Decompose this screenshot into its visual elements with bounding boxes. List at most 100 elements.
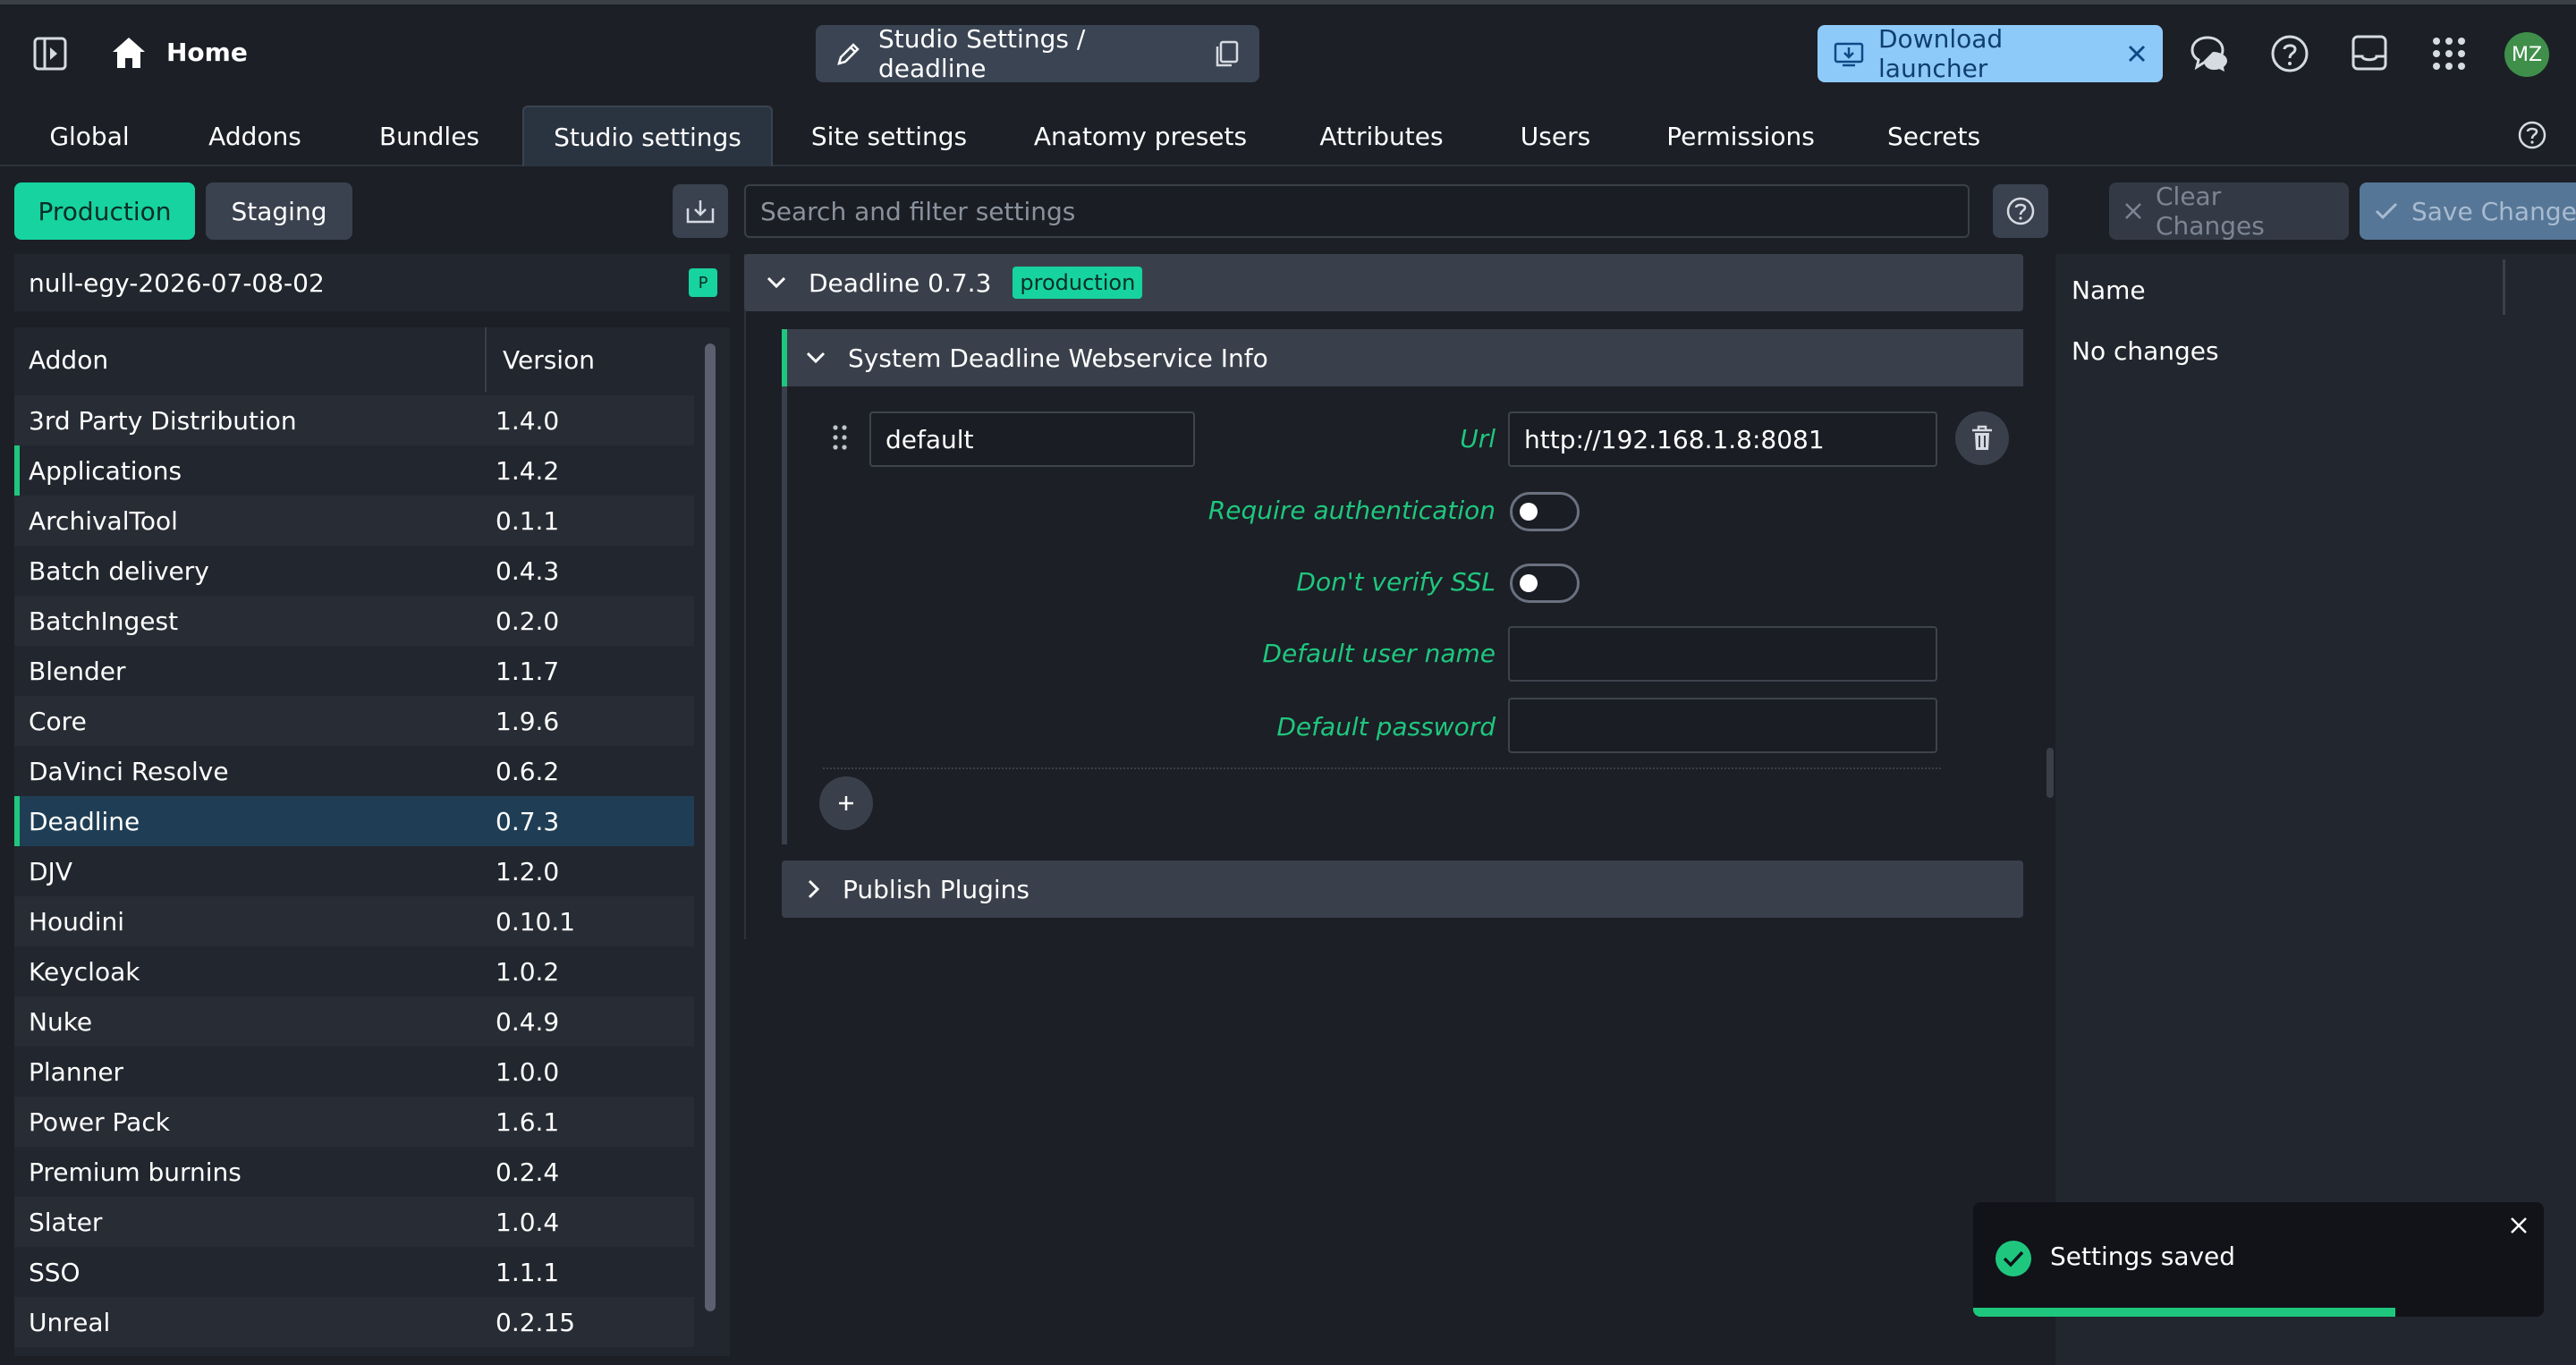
table-row[interactable]: Slater 1.0.4 xyxy=(14,1197,694,1247)
delete-entry-button[interactable] xyxy=(1955,411,2009,465)
production-badge: production xyxy=(1013,267,1143,299)
table-row[interactable]: Core 1.9.6 xyxy=(14,696,694,746)
column-resizer[interactable] xyxy=(2503,259,2505,315)
pencil-icon[interactable] xyxy=(835,40,862,67)
avatar[interactable]: MZ xyxy=(2504,32,2549,77)
chat-icon[interactable] xyxy=(2190,34,2231,73)
addon-version: 1.4.2 xyxy=(496,455,560,486)
table-row[interactable]: Unreal 0.2.15 xyxy=(14,1297,694,1347)
tab-anatomy-presets[interactable]: Anatomy presets xyxy=(1029,106,1252,166)
table-row[interactable]: Power Pack 1.6.1 xyxy=(14,1097,694,1147)
table-row[interactable]: Keycloak 1.0.2 xyxy=(14,946,694,996)
trash-icon xyxy=(1970,425,1994,452)
home-icon[interactable] xyxy=(111,36,147,70)
publish-plugins-header[interactable]: Publish Plugins xyxy=(782,861,2023,918)
home-link[interactable]: Home xyxy=(166,38,248,67)
toggle-knob xyxy=(1520,574,1538,592)
tab-users[interactable]: Users xyxy=(1510,106,1601,166)
default-user-input[interactable] xyxy=(1508,626,1937,682)
addon-name: Slater xyxy=(29,1207,103,1237)
search-input[interactable]: Search and filter settings xyxy=(744,184,1970,238)
close-icon[interactable] xyxy=(2127,44,2147,64)
add-entry-button[interactable] xyxy=(819,776,873,830)
url-input[interactable]: http://192.168.1.8:8081 xyxy=(1508,411,1937,467)
table-row[interactable]: Planner 1.0.0 xyxy=(14,1047,694,1097)
url-label: Url xyxy=(1460,424,1496,454)
addon-list-scrollbar[interactable] xyxy=(705,343,716,1311)
tab-secrets[interactable]: Secrets xyxy=(1878,106,1989,166)
sidebar-toggle-icon[interactable] xyxy=(32,36,68,72)
staging-button[interactable]: Staging xyxy=(206,182,352,240)
tab-attributes[interactable]: Attributes xyxy=(1308,106,1455,166)
changed-marker xyxy=(14,445,20,496)
addon-version: 1.4.0 xyxy=(496,405,560,436)
addon-name: DaVinci Resolve xyxy=(29,756,229,786)
addon-name: Unreal xyxy=(29,1307,111,1337)
drag-handle-icon[interactable] xyxy=(832,424,848,451)
table-row[interactable]: ArchivalTool 0.1.1 xyxy=(14,496,694,546)
copy-icon[interactable] xyxy=(1213,39,1240,68)
addon-version: 0.4.3 xyxy=(496,555,560,586)
table-row[interactable]: Batch delivery 0.4.3 xyxy=(14,546,694,596)
require-auth-label: Require authentication xyxy=(1208,496,1496,525)
clear-changes-button[interactable]: Clear Changes xyxy=(2109,182,2349,241)
addon-version: 1.2.0 xyxy=(496,856,560,886)
dont-verify-ssl-toggle[interactable] xyxy=(1510,564,1580,603)
table-row[interactable]: DaVinci Resolve 0.6.2 xyxy=(14,746,694,796)
search-placeholder: Search and filter settings xyxy=(760,196,1076,226)
column-header-version[interactable]: Version xyxy=(487,345,595,375)
require-auth-toggle[interactable] xyxy=(1510,492,1580,531)
production-button[interactable]: Production xyxy=(14,182,195,240)
addon-name: Deadline xyxy=(29,806,140,836)
tab-addons[interactable]: Addons xyxy=(197,106,313,166)
column-header-addon[interactable]: Addon xyxy=(14,327,487,392)
addon-name: Power Pack xyxy=(29,1106,170,1137)
table-row[interactable]: BatchIngest 0.2.0 xyxy=(14,596,694,646)
toast-message: Settings saved xyxy=(2050,1242,2236,1271)
table-row[interactable]: Blender 1.1.7 xyxy=(14,646,694,696)
download-launcher-button[interactable]: Download launcher xyxy=(1818,24,2163,83)
import-settings-button[interactable] xyxy=(673,184,728,238)
tab-bundles[interactable]: Bundles xyxy=(367,106,492,166)
tab-studio-settings[interactable]: Studio settings xyxy=(522,106,773,166)
chevron-down-icon xyxy=(766,276,787,290)
table-row[interactable]: Houdini 0.10.1 xyxy=(14,896,694,946)
help-icon[interactable] xyxy=(2270,34,2309,73)
webservice-section-header[interactable]: System Deadline Webservice Info xyxy=(782,329,2023,386)
section-title: System Deadline Webservice Info xyxy=(848,343,1268,373)
panel-resize-handle[interactable] xyxy=(2046,748,2054,798)
table-row-selected[interactable]: Deadline 0.7.3 xyxy=(14,796,694,846)
page-help-icon[interactable] xyxy=(2517,120,2547,150)
column-header-name[interactable]: Name xyxy=(2072,276,2146,305)
table-row[interactable]: SSO 1.1.1 xyxy=(14,1247,694,1297)
changes-header: Name xyxy=(2055,254,2576,326)
publish-plugins-title: Publish Plugins xyxy=(843,874,1030,904)
bundle-selector[interactable]: null-egy-2026-07-08-02 P xyxy=(14,254,730,311)
tab-site-settings[interactable]: Site settings xyxy=(800,106,979,166)
addon-version: 1.1.1 xyxy=(496,1257,560,1287)
entry-name-input[interactable]: default xyxy=(869,411,1195,467)
default-password-input[interactable] xyxy=(1508,698,1937,753)
save-changes-button[interactable]: Save Changes xyxy=(2360,182,2576,240)
table-row[interactable]: DJV 1.2.0 xyxy=(14,846,694,896)
addon-section-header[interactable]: Deadline 0.7.3 production xyxy=(744,254,2023,311)
addon-name: Premium burnins xyxy=(29,1157,242,1187)
apps-grid-icon[interactable] xyxy=(2431,36,2467,72)
table-row[interactable]: Premium burnins 0.2.4 xyxy=(14,1147,694,1197)
addon-version: 0.2.4 xyxy=(496,1157,560,1187)
table-row[interactable]: Nuke 0.4.9 xyxy=(14,996,694,1047)
table-row[interactable]: 3rd Party Distribution 1.4.0 xyxy=(14,395,694,445)
addon-version: 0.6.2 xyxy=(496,756,560,786)
table-row[interactable]: Applications 1.4.2 xyxy=(14,445,694,496)
addon-name: Core xyxy=(29,706,87,736)
tab-permissions[interactable]: Permissions xyxy=(1660,106,1821,166)
inbox-icon[interactable] xyxy=(2351,34,2388,72)
close-icon xyxy=(2123,201,2143,221)
addon-version: 0.4.9 xyxy=(496,1006,560,1037)
addon-version: 0.1.1 xyxy=(496,505,560,536)
tab-global[interactable]: Global xyxy=(36,106,143,166)
download-launcher-label: Download launcher xyxy=(1878,24,2004,83)
close-icon[interactable] xyxy=(2508,1215,2529,1236)
breadcrumb: Studio Settings / deadline xyxy=(816,24,1259,83)
settings-help-button[interactable] xyxy=(1993,184,2048,238)
